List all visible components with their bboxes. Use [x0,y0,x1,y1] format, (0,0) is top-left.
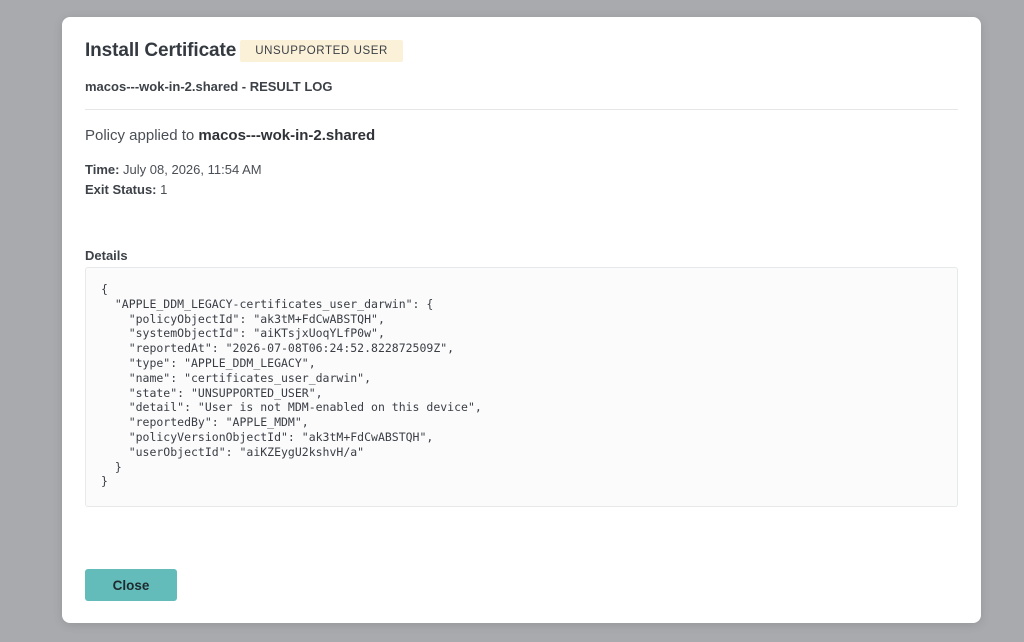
modal-header: Install Certificate UNSUPPORTED USER [85,40,403,62]
exit-status-label: Exit Status: [85,182,157,197]
policy-host-name: macos---wok-in-2.shared [198,127,376,144]
policy-applied-prefix: Policy applied to [85,127,199,144]
details-heading: Details [85,248,128,263]
exit-status-value: 1 [156,182,168,197]
status-badge: UNSUPPORTED USER [240,40,403,62]
policy-applied-line: Policy applied to macos---wok-in-2.share… [85,127,375,144]
details-json-text: { "APPLE_DDM_LEGACY-certificates_user_da… [101,282,482,489]
time-value: July 08, 2026, 11:54 AM [119,162,262,177]
exit-status-row: Exit Status: 1 [85,182,167,197]
result-log-modal: Install Certificate UNSUPPORTED USER mac… [62,17,981,623]
close-button[interactable]: Close [85,569,177,601]
header-divider [85,109,958,110]
time-label: Time: [85,162,120,177]
time-row: Time: July 08, 2026, 11:54 AM [85,162,262,177]
details-code-block[interactable]: { "APPLE_DDM_LEGACY-certificates_user_da… [85,267,958,507]
result-log-subtitle: macos---wok-in-2.shared - RESULT LOG [85,79,333,94]
modal-title: Install Certificate [85,40,237,61]
